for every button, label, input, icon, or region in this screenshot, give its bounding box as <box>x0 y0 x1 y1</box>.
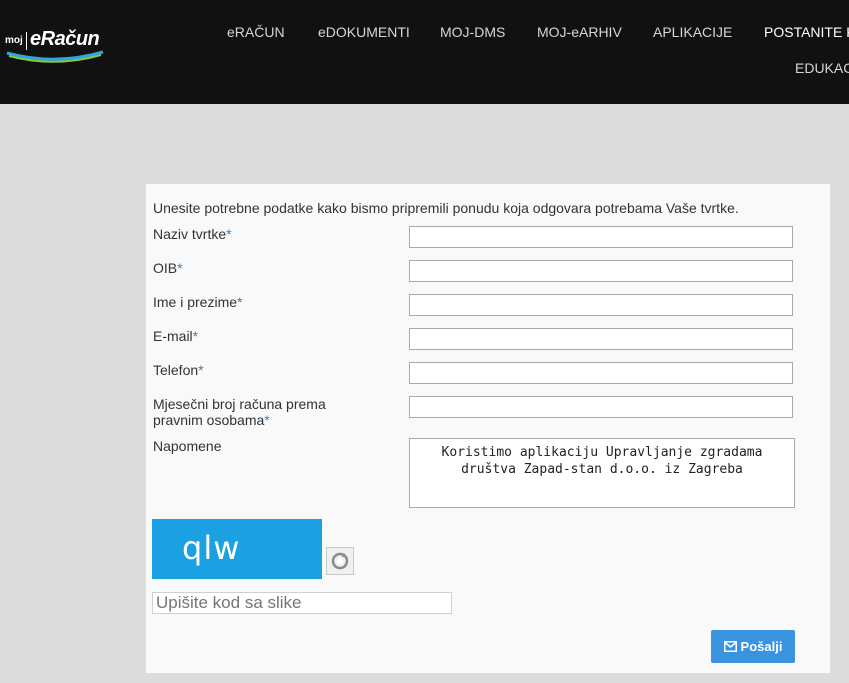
logo[interactable]: moj eRačun <box>5 26 105 70</box>
label-monthly-invoices: Mjesečni broj računa prema pravnim osoba… <box>153 396 326 428</box>
captcha-image: qlw <box>152 519 322 579</box>
logo-swoosh-icon <box>6 50 104 63</box>
submit-button[interactable]: Pošalji <box>711 630 795 663</box>
label-company-name: Naziv tvrtke* <box>153 226 232 242</box>
logo-prefix: moj <box>5 35 23 46</box>
required-mark: * <box>198 362 204 378</box>
oib-input[interactable] <box>409 260 793 282</box>
captcha-text: qlw <box>182 529 241 567</box>
label-oib: OIB* <box>153 260 183 276</box>
nav-edukacije[interactable]: EDUKAC <box>795 60 849 76</box>
label-full-name: Ime i prezime* <box>153 294 243 310</box>
envelope-icon <box>723 641 737 652</box>
offer-request-form: Unesite potrebne podatke kako bismo prip… <box>146 184 830 673</box>
nav-eracun[interactable]: eRAČUN <box>227 24 285 40</box>
top-navigation-bar: moj eRačun eRAČUN eDOKUMENTI MOJ-DMS MOJ… <box>0 0 849 104</box>
full-name-input[interactable] <box>409 294 793 316</box>
nav-aplikacije[interactable]: APLIKACIJE <box>653 24 732 40</box>
required-mark: * <box>192 328 199 344</box>
notes-textarea[interactable]: Koristimo aplikaciju Upravljanje zgradam… <box>409 438 795 508</box>
phone-input[interactable] <box>409 362 793 384</box>
label-email: E-mail* <box>153 328 199 344</box>
label-phone: Telefon* <box>153 362 204 378</box>
form-intro: Unesite potrebne podatke kako bismo prip… <box>153 200 739 216</box>
nav-edokumenti[interactable]: eDOKUMENTI <box>318 24 410 40</box>
required-mark: * <box>237 294 243 310</box>
company-name-input[interactable] <box>409 226 793 248</box>
required-mark: * <box>226 226 232 242</box>
required-mark: * <box>177 260 183 276</box>
monthly-invoices-input[interactable] <box>409 396 793 418</box>
notes-line-1: Koristimo aplikaciju Upravljanje zgradam… <box>441 445 763 460</box>
logo-brand: eRačun <box>30 28 100 50</box>
logo-separator <box>26 32 27 50</box>
label-notes: Napomene <box>153 438 222 454</box>
captcha-refresh-button[interactable] <box>326 547 354 575</box>
notes-line-2: društva Zapad-stan d.o.o. iz Zagreba <box>461 462 743 477</box>
nav-moj-dms[interactable]: MOJ-DMS <box>440 24 505 40</box>
submit-label: Pošalji <box>740 639 783 654</box>
required-mark: * <box>264 412 270 428</box>
nav-moj-earhiv[interactable]: MOJ-eARHIV <box>537 24 622 40</box>
email-input[interactable] <box>409 328 793 350</box>
captcha-code-input[interactable] <box>152 592 452 614</box>
refresh-icon <box>331 552 349 570</box>
nav-postanite[interactable]: POSTANITE K <box>764 24 849 40</box>
